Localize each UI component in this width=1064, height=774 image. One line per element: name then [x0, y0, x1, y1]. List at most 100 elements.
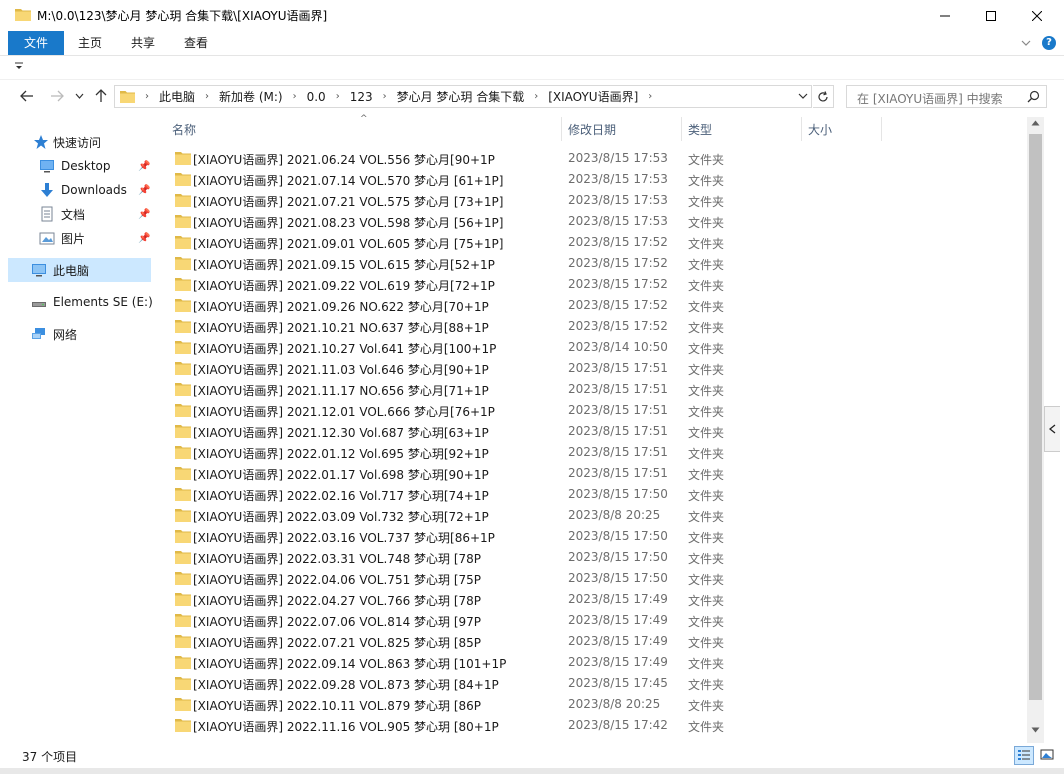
chevron-down-icon[interactable] [1018, 35, 1034, 51]
file-row[interactable]: [XIAOYU语画界] 2021.12.01 VOL.666 梦心月[76+1P… [167, 400, 1017, 421]
column-header-size[interactable]: 大小 [808, 121, 832, 138]
file-row[interactable]: [XIAOYU语画界] 2022.03.31 VOL.748 梦心玥 [78P 2… [167, 547, 1017, 568]
sidebar-item-drive-e[interactable]: Elements SE (E:) [8, 290, 153, 314]
chevron-right-icon[interactable]: › [530, 91, 542, 102]
file-row[interactable]: [XIAOYU语画界] 2022.01.17 Vol.698 梦心玥[90+1P… [167, 463, 1017, 484]
file-row[interactable]: [XIAOYU语画界] 2021.08.23 VOL.598 梦心月 [56+1… [167, 211, 1017, 232]
sidebar-item-this-pc[interactable]: 此电脑 [8, 258, 151, 282]
sidebar-item-label: Downloads [61, 183, 127, 197]
details-view-button[interactable] [1014, 746, 1034, 765]
column-divider[interactable] [881, 117, 882, 141]
chevron-down-icon[interactable] [798, 89, 808, 103]
address-bar[interactable]: › 此电脑 › 新加卷 (M:) › 0.0 › 123 › 梦心月 梦心玥 合… [114, 85, 812, 108]
folder-icon [120, 91, 135, 103]
chevron-right-icon[interactable]: › [644, 91, 656, 102]
file-name: [XIAOYU语画界] 2022.10.11 VOL.879 梦心玥 [86P [193, 699, 482, 713]
back-button[interactable] [17, 86, 37, 106]
sidebar-item-network[interactable]: 网络 [8, 322, 151, 346]
column-header-name[interactable]: 名称 [172, 121, 196, 138]
file-modified-date: 2023/8/15 17:52 [568, 319, 668, 333]
refresh-button[interactable] [813, 85, 834, 108]
column-header-date[interactable]: 修改日期 [568, 121, 616, 138]
file-row[interactable]: [XIAOYU语画界] 2021.12.30 Vol.687 梦心玥[63+1P… [167, 421, 1017, 442]
chevron-right-icon[interactable]: › [289, 91, 301, 102]
sidebar-item-pictures[interactable]: 图片 📌 [8, 226, 151, 250]
chevron-right-icon[interactable]: › [201, 91, 213, 102]
file-row[interactable]: [XIAOYU语画界] 2021.11.17 NO.656 梦心月[71+1P 2… [167, 379, 1017, 400]
file-row[interactable]: [XIAOYU语画界] 2022.11.16 VOL.905 梦心玥 [80+1… [167, 715, 1017, 736]
file-type: 文件夹 [688, 195, 725, 209]
tab-view[interactable]: 查看 [174, 31, 218, 55]
file-row[interactable]: [XIAOYU语画界] 2021.09.26 NO.622 梦心月[70+1P 2… [167, 295, 1017, 316]
sidebar-item-label: Elements SE (E:) [53, 295, 153, 309]
breadcrumb-item[interactable]: 梦心月 梦心玥 合集下载 [391, 88, 531, 105]
file-row[interactable]: [XIAOYU语画界] 2021.10.21 NO.637 梦心月[88+1P 2… [167, 316, 1017, 337]
file-row[interactable]: [XIAOYU语画界] 2022.03.16 VOL.737 梦心玥[86+1P… [167, 526, 1017, 547]
column-header-type[interactable]: 类型 [688, 121, 712, 138]
sidebar-item-downloads[interactable]: Downloads 📌 [8, 178, 151, 202]
breadcrumb-item[interactable]: 123 [344, 90, 379, 104]
chevron-right-icon[interactable]: › [379, 91, 391, 102]
close-button[interactable] [1014, 0, 1060, 31]
customize-toolbar-icon[interactable] [15, 61, 23, 71]
chevron-right-icon[interactable]: › [332, 91, 344, 102]
column-divider[interactable] [681, 117, 682, 141]
file-row[interactable]: [XIAOYU语画界] 2022.07.06 VOL.814 梦心玥 [97P 2… [167, 610, 1017, 631]
file-row[interactable]: [XIAOYU语画界] 2022.09.28 VOL.873 梦心玥 [84+1… [167, 673, 1017, 694]
up-button[interactable] [91, 86, 111, 106]
minimize-button[interactable] [922, 0, 968, 31]
sidebar-item-label: 文档 [61, 207, 86, 222]
file-name: [XIAOYU语画界] 2021.07.14 VOL.570 梦心月 [61+1… [193, 174, 504, 188]
side-panel-toggle[interactable] [1044, 406, 1060, 452]
file-row[interactable]: [XIAOYU语画界] 2022.03.09 Vol.732 梦心玥[72+1P… [167, 505, 1017, 526]
column-divider[interactable] [801, 117, 802, 141]
file-row[interactable]: [XIAOYU语画界] 2021.06.24 VOL.556 梦心月[90+1P… [167, 148, 1017, 169]
file-row[interactable]: [XIAOYU语画界] 2022.02.16 Vol.717 梦心玥[74+1P… [167, 484, 1017, 505]
file-row[interactable]: [XIAOYU语画界] 2021.07.14 VOL.570 梦心月 [61+1… [167, 169, 1017, 190]
file-row[interactable]: [XIAOYU语画界] 2022.01.12 Vol.695 梦心玥[92+1P… [167, 442, 1017, 463]
file-row[interactable]: [XIAOYU语画界] 2021.09.01 VOL.605 梦心月 [75+1… [167, 232, 1017, 253]
file-row[interactable]: [XIAOYU语画界] 2021.09.22 VOL.619 梦心月[72+1P… [167, 274, 1017, 295]
file-row[interactable]: [XIAOYU语画界] 2022.10.11 VOL.879 梦心玥 [86P 2… [167, 694, 1017, 715]
sidebar-item-quick-access[interactable]: 快速访问 [8, 130, 151, 154]
tab-home[interactable]: 主页 [68, 31, 112, 55]
tab-file[interactable]: 文件 [8, 31, 64, 55]
file-row[interactable]: [XIAOYU语画界] 2022.04.27 VOL.766 梦心玥 [78P 2… [167, 589, 1017, 610]
minimize-icon [940, 15, 950, 16]
file-row[interactable]: [XIAOYU语画界] 2022.04.06 VOL.751 梦心玥 [75P 2… [167, 568, 1017, 589]
sort-ascending-icon: ^ [360, 114, 368, 124]
large-icons-view-button[interactable] [1038, 746, 1058, 765]
column-divider[interactable] [561, 117, 562, 141]
forward-button[interactable] [47, 86, 67, 106]
chevron-down-icon [75, 93, 83, 99]
file-row[interactable]: [XIAOYU语画界] 2021.10.27 Vol.641 梦心月[100+1… [167, 337, 1017, 358]
breadcrumb-item[interactable]: [XIAOYU语画界] [542, 88, 644, 105]
file-row[interactable]: [XIAOYU语画界] 2021.07.21 VOL.575 梦心月 [73+1… [167, 190, 1017, 211]
file-row[interactable]: [XIAOYU语画界] 2022.09.14 VOL.863 梦心玥 [101+… [167, 652, 1017, 673]
file-type: 文件夹 [688, 216, 725, 230]
file-row[interactable]: [XIAOYU语画界] 2022.07.21 VOL.825 梦心玥 [85P 2… [167, 631, 1017, 652]
file-modified-date: 2023/8/15 17:51 [568, 403, 668, 417]
scrollbar-thumb[interactable] [1029, 134, 1042, 700]
file-modified-date: 2023/8/15 17:52 [568, 277, 668, 291]
search-input[interactable]: 在 [XIAOYU语画界] 中搜索 [846, 85, 1047, 108]
help-icon[interactable]: ? [1042, 36, 1056, 50]
breadcrumb-item[interactable]: 此电脑 [153, 88, 201, 105]
arrow-left-icon [20, 90, 33, 102]
tab-share[interactable]: 共享 [120, 31, 166, 55]
breadcrumb-item[interactable]: 0.0 [301, 90, 332, 104]
file-modified-date: 2023/8/15 17:52 [568, 298, 668, 312]
scroll-down-icon[interactable] [1031, 727, 1040, 733]
file-row[interactable]: [XIAOYU语画界] 2021.11.03 Vol.646 梦心月[90+1P… [167, 358, 1017, 379]
vertical-scrollbar[interactable] [1027, 117, 1044, 743]
maximize-button[interactable] [968, 0, 1014, 31]
sidebar-item-documents[interactable]: 文档 📌 [8, 202, 151, 226]
navigation-pane: 快速访问 Desktop 📌 Downloads 📌 文档 📌 图片 📌 此电脑… [0, 117, 157, 743]
chevron-right-icon[interactable]: › [141, 91, 153, 102]
file-row[interactable]: [XIAOYU语画界] 2021.09.15 VOL.615 梦心月[52+1P… [167, 253, 1017, 274]
recent-locations-button[interactable] [73, 86, 85, 106]
sidebar-item-desktop[interactable]: Desktop 📌 [8, 154, 151, 178]
breadcrumb-item[interactable]: 新加卷 (M:) [213, 88, 289, 105]
scroll-up-icon[interactable] [1031, 120, 1040, 126]
folder-icon [175, 404, 191, 417]
